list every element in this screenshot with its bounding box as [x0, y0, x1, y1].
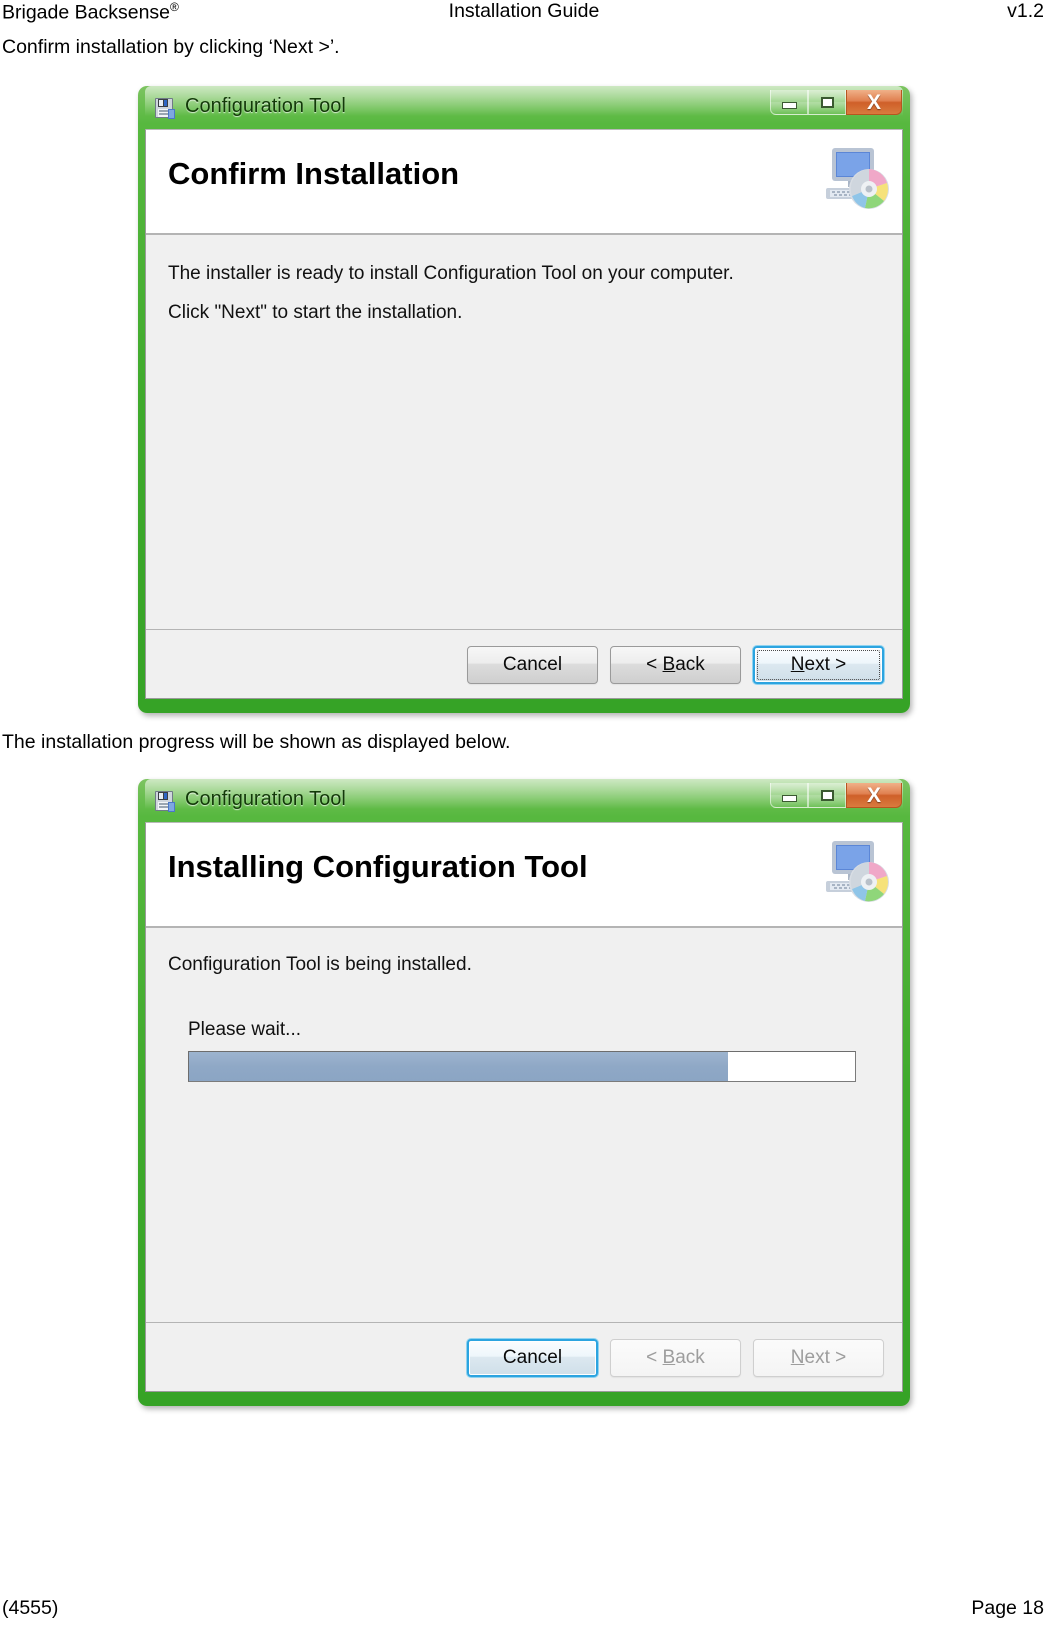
next-button-label: Next > [791, 1347, 846, 1369]
computer-cd-icon [812, 835, 890, 909]
installer-window-installing: Configuration Tool X Installing Configur… [138, 779, 910, 1406]
minimize-icon [781, 794, 797, 802]
maximize-icon [820, 96, 834, 108]
back-button[interactable]: < Back [610, 646, 741, 684]
header-version: v1.2 [1007, 0, 1044, 22]
installer-window-confirm-installation: Configuration Tool X Confirm Installatio… [138, 86, 910, 713]
window-body-confirm: Confirm Installation The installer is re… [145, 129, 903, 699]
cancel-button[interactable]: Cancel [467, 1339, 598, 1377]
header-center-title: Installation Guide [448, 0, 600, 22]
close-icon: X [866, 783, 881, 807]
titlebar-installing[interactable]: Configuration Tool X [145, 779, 903, 822]
titlebar-title-confirm: Configuration Tool [185, 95, 346, 117]
button-bar-installing: Cancel < Back Next > [146, 1323, 902, 1391]
maximize-icon [820, 789, 834, 801]
close-button[interactable]: X [846, 783, 902, 808]
minimize-button[interactable] [770, 90, 808, 115]
banner-heading-confirm: Confirm Installation [168, 156, 460, 191]
next-button-label: Next > [791, 654, 846, 676]
back-prefix: < [646, 1347, 663, 1368]
back-button-label: < Back [646, 654, 705, 676]
window-controls-confirm: X [770, 90, 902, 116]
confirm-body-line-1: The installer is ready to install Config… [168, 263, 734, 284]
footer-doc-code: (4555) [2, 1597, 59, 1619]
next-button: Next > [753, 1339, 884, 1377]
close-button[interactable]: X [846, 90, 902, 115]
installing-body-line-1: Configuration Tool is being installed. [168, 954, 472, 975]
back-button-label: < Back [646, 1347, 705, 1369]
close-icon: X [866, 90, 881, 114]
back-suffix: ack [675, 1347, 705, 1368]
minimize-button[interactable] [770, 783, 808, 808]
next-suffix: ext > [804, 654, 847, 675]
window-controls-installing: X [770, 783, 902, 809]
installer-package-icon [153, 789, 177, 814]
page-header: Brigade Backsense® Installation Guide v1… [0, 0, 1048, 30]
button-bar-confirm: Cancel < Back Next > [146, 630, 902, 698]
cancel-button-label: Cancel [502, 1347, 563, 1368]
next-button[interactable]: Next > [753, 646, 884, 684]
maximize-button[interactable] [808, 90, 846, 115]
paragraph-progress-instruction: The installation progress will be shown … [2, 731, 511, 753]
page-footer: (4555) Page 18 [0, 1597, 1048, 1627]
back-button: < Back [610, 1339, 741, 1377]
install-progress-fill [189, 1052, 729, 1081]
confirm-body-line-2: Click "Next" to start the installation. [168, 302, 463, 323]
back-accel: B [662, 1347, 676, 1368]
computer-cd-icon [812, 142, 890, 216]
banner-installing: Installing Configuration Tool [146, 823, 902, 928]
maximize-button[interactable] [808, 783, 846, 808]
next-accel: N [790, 654, 805, 675]
banner-heading-installing: Installing Configuration Tool [168, 849, 588, 884]
banner-confirm: Confirm Installation [146, 130, 902, 235]
back-prefix: < [646, 654, 663, 675]
cancel-button[interactable]: Cancel [467, 646, 598, 684]
please-wait-label: Please wait... [188, 1019, 301, 1040]
next-suffix: ext > [804, 1347, 847, 1368]
footer-page-number: Page 18 [971, 1597, 1044, 1619]
back-suffix: ack [675, 654, 705, 675]
titlebar-confirm[interactable]: Configuration Tool X [145, 86, 903, 129]
cancel-button-label: Cancel [502, 654, 563, 675]
back-accel: B [662, 654, 676, 675]
window-body-installing: Installing Configuration Tool Configurat… [145, 822, 903, 1392]
paragraph-confirm-instruction: Confirm installation by clicking ‘Next >… [2, 36, 340, 58]
titlebar-title-installing: Configuration Tool [185, 788, 346, 810]
next-accel: N [790, 1347, 805, 1368]
minimize-icon [781, 101, 797, 109]
installer-package-icon [153, 96, 177, 121]
install-progress-bar [188, 1051, 856, 1082]
